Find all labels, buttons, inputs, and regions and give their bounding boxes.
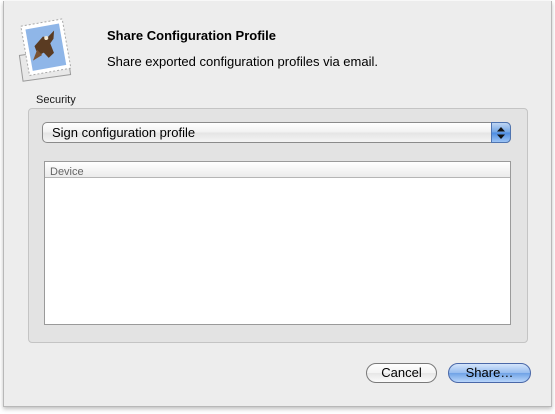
dialog-subtitle: Share exported configuration profiles vi… xyxy=(107,54,378,69)
device-table[interactable]: Device xyxy=(44,161,511,325)
share-button[interactable]: Share… xyxy=(448,363,531,383)
mail-stamp-icon xyxy=(17,18,77,82)
dialog-title: Share Configuration Profile xyxy=(107,28,277,43)
device-column-header[interactable]: Device xyxy=(45,165,84,180)
security-popup-button[interactable]: Sign configuration profile xyxy=(42,122,511,143)
security-popup-selected-value: Sign configuration profile xyxy=(52,125,196,140)
cancel-button[interactable]: Cancel xyxy=(366,363,437,383)
device-table-header: Device xyxy=(45,162,510,178)
popup-up-down-arrows-icon xyxy=(491,122,511,143)
security-section-label: Security xyxy=(36,94,76,106)
share-profile-dialog: Share Configuration Profile Share export… xyxy=(3,1,552,407)
